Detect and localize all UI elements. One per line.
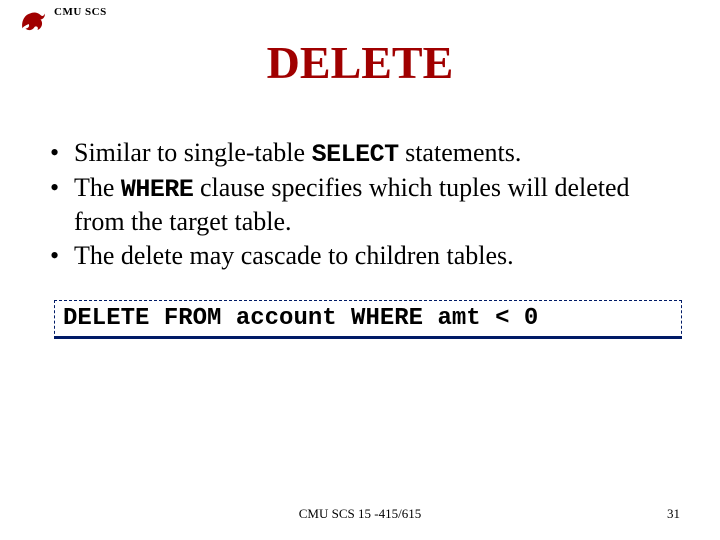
bullet-list: Similar to single-table SELECT statement…	[50, 137, 670, 275]
bullet-item: The WHERE clause specifies which tuples …	[50, 172, 670, 238]
scotty-logo-icon	[18, 6, 48, 36]
footer-page-number: 31	[667, 506, 680, 522]
sql-code-block: DELETE FROM account WHERE amt < 0	[54, 300, 682, 339]
bullet-text-pre: Similar to single-table	[74, 138, 312, 167]
bullet-item: The delete may cascade to children table…	[50, 240, 670, 273]
bullet-text-pre: The delete may cascade to children table…	[74, 241, 514, 270]
keyword: WHERE	[121, 175, 194, 204]
bullet-item: Similar to single-table SELECT statement…	[50, 137, 670, 170]
slide-title: DELETE	[0, 36, 720, 89]
bullet-text-post: statements.	[399, 138, 522, 167]
bullet-text-pre: The	[74, 173, 121, 202]
keyword: SELECT	[312, 140, 399, 169]
slide-header: CMU SCS	[18, 6, 107, 36]
footer-course: CMU SCS 15 -415/615	[0, 506, 720, 522]
header-org-label: CMU SCS	[54, 6, 107, 18]
